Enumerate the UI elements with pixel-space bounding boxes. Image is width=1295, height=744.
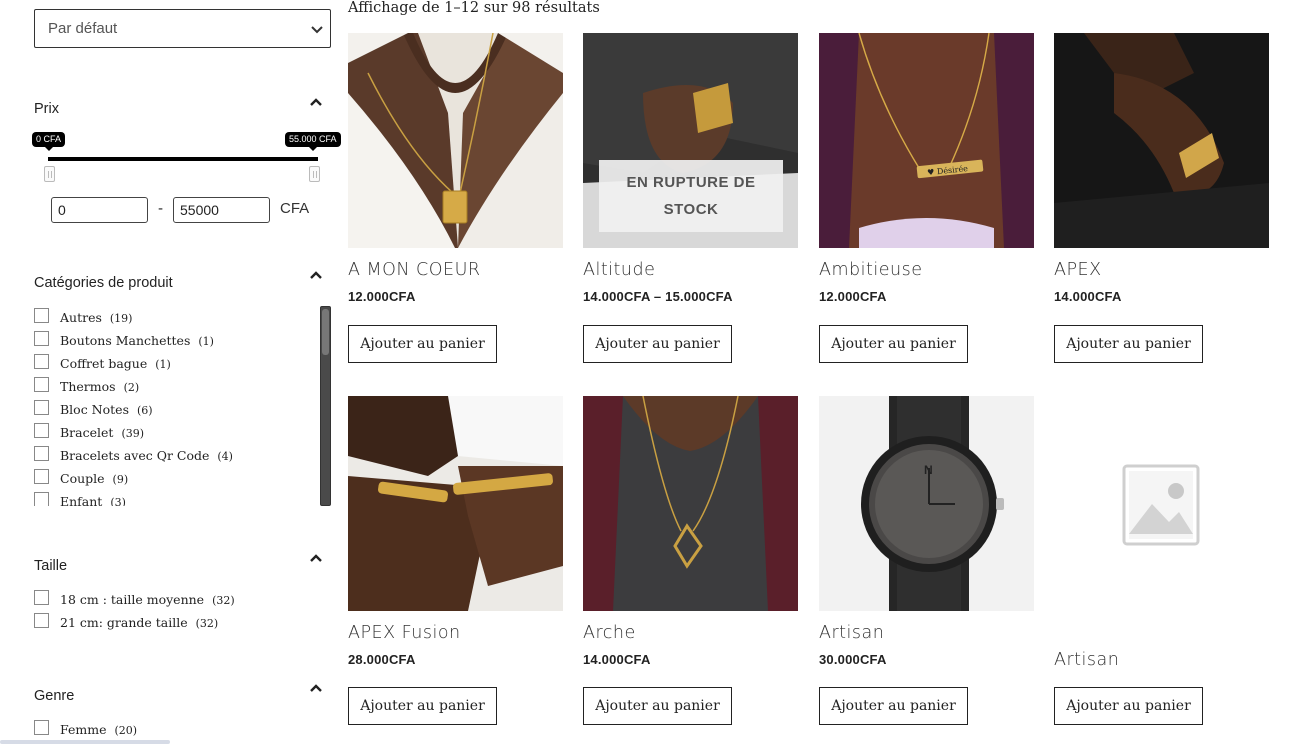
categories-list: Autres (19) Boutons Manchettes (1) Coffret… [34, 306, 331, 506]
price-min-badge: 0 CFA [32, 132, 66, 151]
product-image-bracelets[interactable] [348, 396, 563, 611]
checkbox[interactable] [34, 377, 49, 392]
product-title[interactable]: Altitude [583, 260, 655, 280]
checkbox[interactable] [34, 469, 49, 484]
price-filter-title: Prix [34, 101, 59, 117]
add-to-cart-button[interactable]: Ajouter au panier [583, 325, 732, 363]
product-title[interactable]: Artisan [1054, 650, 1119, 670]
product-title[interactable]: Arche [583, 623, 636, 643]
product-image-necklace[interactable]: ♥ Désirée [819, 33, 1034, 248]
add-to-cart-button[interactable]: Ajouter au panier [583, 687, 732, 725]
price-range-separator: - [158, 201, 164, 217]
checkbox[interactable] [34, 400, 49, 415]
price-max-badge: 55.000 CFA [285, 132, 341, 151]
add-to-cart-button[interactable]: Ajouter au panier [819, 325, 968, 363]
checkbox[interactable] [34, 331, 49, 346]
price-max-input[interactable] [173, 197, 270, 223]
bottom-bar [0, 740, 170, 744]
product-price: 14.000CFA [583, 652, 651, 667]
checkbox[interactable] [34, 613, 49, 628]
sort-select[interactable]: Par défaut [34, 9, 331, 48]
checkbox[interactable] [34, 354, 49, 369]
add-to-cart-button[interactable]: Ajouter au panier [1054, 325, 1203, 363]
product-image-bracelet[interactable]: EN RUPTURE DE STOCK [583, 33, 798, 248]
product-title[interactable]: APEX Fusion [348, 623, 461, 643]
add-to-cart-button[interactable]: Ajouter au panier [819, 687, 968, 725]
placeholder-image-icon[interactable] [1054, 396, 1269, 611]
product-price: 30.000CFA [819, 652, 887, 667]
price-min-input[interactable] [51, 197, 148, 223]
add-to-cart-button[interactable]: Ajouter au panier [348, 325, 497, 363]
checkbox[interactable] [34, 446, 49, 461]
chevron-down-icon [311, 26, 323, 34]
price-max-handle[interactable] [309, 166, 320, 182]
add-to-cart-button[interactable]: Ajouter au panier [348, 687, 497, 725]
size-filter-title: Taille [34, 558, 68, 574]
product-title[interactable]: A MON COEUR [348, 260, 481, 280]
chevron-up-icon[interactable] [309, 270, 323, 280]
product-price: 28.000CFA [348, 652, 416, 667]
add-to-cart-button[interactable]: Ajouter au panier [1054, 687, 1203, 725]
product-title[interactable]: Ambitieuse [819, 260, 922, 280]
product-image-bracelet[interactable] [1054, 33, 1269, 248]
categories-filter-title: Catégories de produit [34, 275, 173, 291]
chevron-up-icon[interactable] [309, 683, 323, 693]
sort-selected-value: Par défaut [48, 20, 118, 37]
product-image-necklace[interactable] [348, 33, 563, 248]
checkbox[interactable] [34, 590, 49, 605]
results-count: Affichage de 1–12 sur 98 résultats [348, 0, 600, 16]
price-unit: CFA [280, 200, 310, 217]
chevron-up-icon[interactable] [309, 553, 323, 563]
svg-text:N: N [924, 463, 933, 477]
categories-scrollbar[interactable] [320, 306, 331, 506]
product-title[interactable]: APEX [1054, 260, 1102, 280]
gender-filter-title: Genre [34, 688, 75, 704]
checkbox[interactable] [34, 308, 49, 323]
product-image-watch[interactable]: N [819, 396, 1034, 611]
price-slider-track[interactable] [48, 157, 318, 161]
checkbox[interactable] [34, 720, 49, 735]
checkbox[interactable] [34, 492, 49, 506]
scrollbar-thumb[interactable] [322, 309, 329, 355]
product-price: 14.000CFA [1054, 289, 1122, 304]
checkbox[interactable] [34, 423, 49, 438]
product-price: 12.000CFA [348, 289, 416, 304]
price-min-handle[interactable] [44, 166, 55, 182]
filter-sidebar: Par défaut Prix 0 CFA 55.000 CFA - CFA C… [0, 0, 341, 744]
product-price: 14.000CFA – 15.000CFA [583, 289, 733, 304]
product-title[interactable]: Artisan [819, 623, 884, 643]
chevron-up-icon[interactable] [309, 97, 323, 107]
product-image-pendant[interactable] [583, 396, 798, 611]
out-of-stock-badge: EN RUPTURE DE STOCK [599, 160, 783, 232]
product-price: 12.000CFA [819, 289, 887, 304]
